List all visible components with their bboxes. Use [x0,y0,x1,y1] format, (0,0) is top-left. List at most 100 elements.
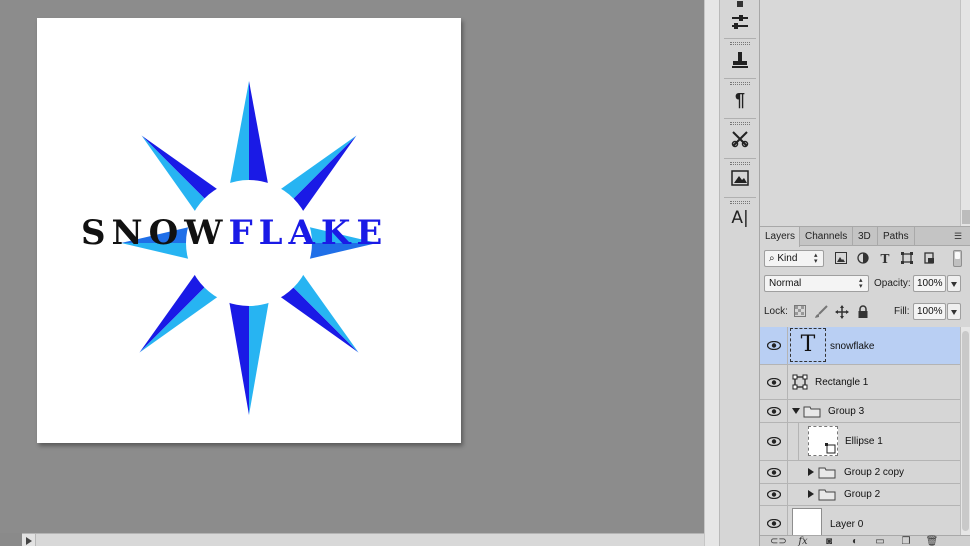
visibility-eye-icon[interactable] [760,423,788,460]
opacity-label: Opacity: [874,278,911,289]
filter-pixel-icon[interactable] [834,252,848,266]
layer-row-snowflake[interactable]: T snowflake [760,327,960,365]
filter-type-icon[interactable]: T [878,252,892,266]
visibility-eye-icon[interactable] [760,461,788,483]
lock-position-move-icon[interactable] [835,305,849,319]
paragraph-icon[interactable]: ¶ [726,86,754,114]
shape-layer-thumb-icon [792,374,808,390]
photoshop-window: SNOWFLAKE ¶ A| Layers Channels 3D Paths … [0,0,970,546]
filter-search-icon: ⌕ [769,253,775,264]
layer-name[interactable]: Group 2 copy [844,467,904,479]
layer-row-group-3[interactable]: Group 3 [760,400,960,423]
lock-all-icon[interactable] [856,305,870,319]
tab-3d[interactable]: 3D [853,227,878,246]
visibility-eye-icon[interactable] [760,365,788,399]
new-layer-icon[interactable]: ❐ [899,536,913,546]
pixel-layer-thumb [792,508,822,536]
snowflake-logo: SNOWFLAKE [81,81,388,415]
layer-name[interactable]: Rectangle 1 [815,377,868,389]
visibility-eye-icon[interactable] [760,506,788,537]
layers-scrollbar[interactable] [960,327,970,537]
layers-scroll-thumb[interactable] [962,331,969,531]
panel-menu-icon[interactable]: ☰ [951,231,965,241]
folder-icon [818,487,836,501]
group-collapsed-triangle-icon[interactable] [806,466,816,480]
lock-transparent-icon[interactable] [793,305,807,319]
scroll-corner [0,533,22,546]
stepper-icon: ▴ ▾ [814,252,818,265]
logo-text: SNOWFLAKE [81,213,388,253]
fill-dropdown[interactable] [947,303,961,320]
layer-name[interactable]: Ellipse 1 [845,436,883,448]
panel-divider[interactable] [704,0,720,546]
image-layer-icon[interactable] [726,164,754,192]
panel-tabbar: Layers Channels 3D Paths ☰ [760,227,970,247]
text-layer-thumb-icon: T [790,328,826,362]
group-collapsed-triangle-icon[interactable] [806,488,816,502]
visibility-eye-icon[interactable] [760,400,788,422]
lock-image-brush-icon[interactable] [814,305,828,319]
folder-icon [803,404,821,418]
dock-grip[interactable] [730,42,750,45]
filter-shape-icon[interactable] [900,252,914,266]
link-icon[interactable]: ⊂⊃ [770,536,787,546]
trash-icon[interactable]: 🗑 [925,536,939,546]
adjustment-icon[interactable]: ◐ [848,536,862,546]
folder-icon [818,465,836,479]
layer-row-group-2-copy[interactable]: Group 2 copy [760,461,960,484]
scroll-right-arrow-icon[interactable] [22,534,36,546]
tab-paths[interactable]: Paths [878,227,915,246]
character-icon[interactable]: A| [726,204,754,232]
dock-separator [724,158,756,159]
blend-mode-select[interactable]: Normal ▴ ▾ [764,275,869,292]
canvas-workspace[interactable]: SNOWFLAKE [0,0,704,546]
upper-panel-scrollbar[interactable] [960,0,970,226]
layer-row-group-2[interactable]: Group 2 [760,484,960,506]
visibility-eye-icon[interactable] [760,327,788,364]
visibility-eye-icon[interactable] [760,484,788,505]
filter-row: ⌕ Kind ▴ ▾ T [760,249,970,269]
logo-text-blue: FLAKE [228,213,388,253]
fx-icon[interactable]: fx [796,536,810,546]
clone-source-icon[interactable] [726,46,754,74]
upper-panel [760,0,970,226]
dock-separator [724,197,756,198]
lock-label: Lock: [764,306,788,317]
lock-row: Lock: Fill: 100% [760,302,970,322]
dock-separator [724,78,756,79]
dock-grip[interactable] [730,82,750,85]
document-canvas[interactable]: SNOWFLAKE [37,18,461,443]
filter-smart-object-icon[interactable] [922,252,936,266]
upper-panel-scroll-thumb[interactable] [962,210,970,224]
filter-adjustment-icon[interactable] [856,252,870,266]
horizontal-scrollbar[interactable] [22,533,704,546]
layer-row-layer-0[interactable]: Layer 0 [760,506,960,537]
layer-name[interactable]: snowflake [830,341,874,353]
layer-row-ellipse-1[interactable]: Ellipse 1 [760,423,960,461]
filter-toggle-switch[interactable] [953,250,962,267]
tab-layers[interactable]: Layers [760,227,800,247]
blend-row: Normal ▴ ▾ Opacity: 100% [760,274,970,294]
layer-name[interactable]: Group 3 [828,406,864,418]
stepper-icon: ▴ ▾ [859,277,863,290]
layer-name[interactable]: Layer 0 [830,519,863,531]
tab-channels[interactable]: Channels [800,227,853,246]
adjustments-icon[interactable] [726,8,754,36]
blend-mode-value: Normal [769,278,802,289]
opacity-dropdown[interactable] [947,275,961,292]
fill-input[interactable]: 100% [913,303,946,320]
fill-label: Fill: [894,306,910,317]
layer-row-rectangle-1[interactable]: Rectangle 1 [760,365,960,400]
tool-presets-icon[interactable] [726,125,754,153]
layers-bottom-bar: ⊂⊃ fx ◙ ◐ ▭ ❐ 🗑 [760,535,970,546]
group-indent-line [798,423,799,461]
layer-name[interactable]: Group 2 [844,489,880,501]
opacity-input[interactable]: 100% [913,275,946,292]
group-expanded-triangle-icon[interactable] [791,405,801,419]
filter-kind-select[interactable]: ⌕ Kind ▴ ▾ [764,250,824,267]
filter-kind-label: Kind [777,253,798,264]
layers-panel: Layers Channels 3D Paths ☰ ⌕ Kind ▴▾ T [760,226,970,546]
layers-list: T snowflake Rectangle 1 Group 3 Ellipse … [760,327,960,537]
folder-icon[interactable]: ▭ [873,536,887,546]
mask-icon[interactable]: ◙ [822,536,836,546]
